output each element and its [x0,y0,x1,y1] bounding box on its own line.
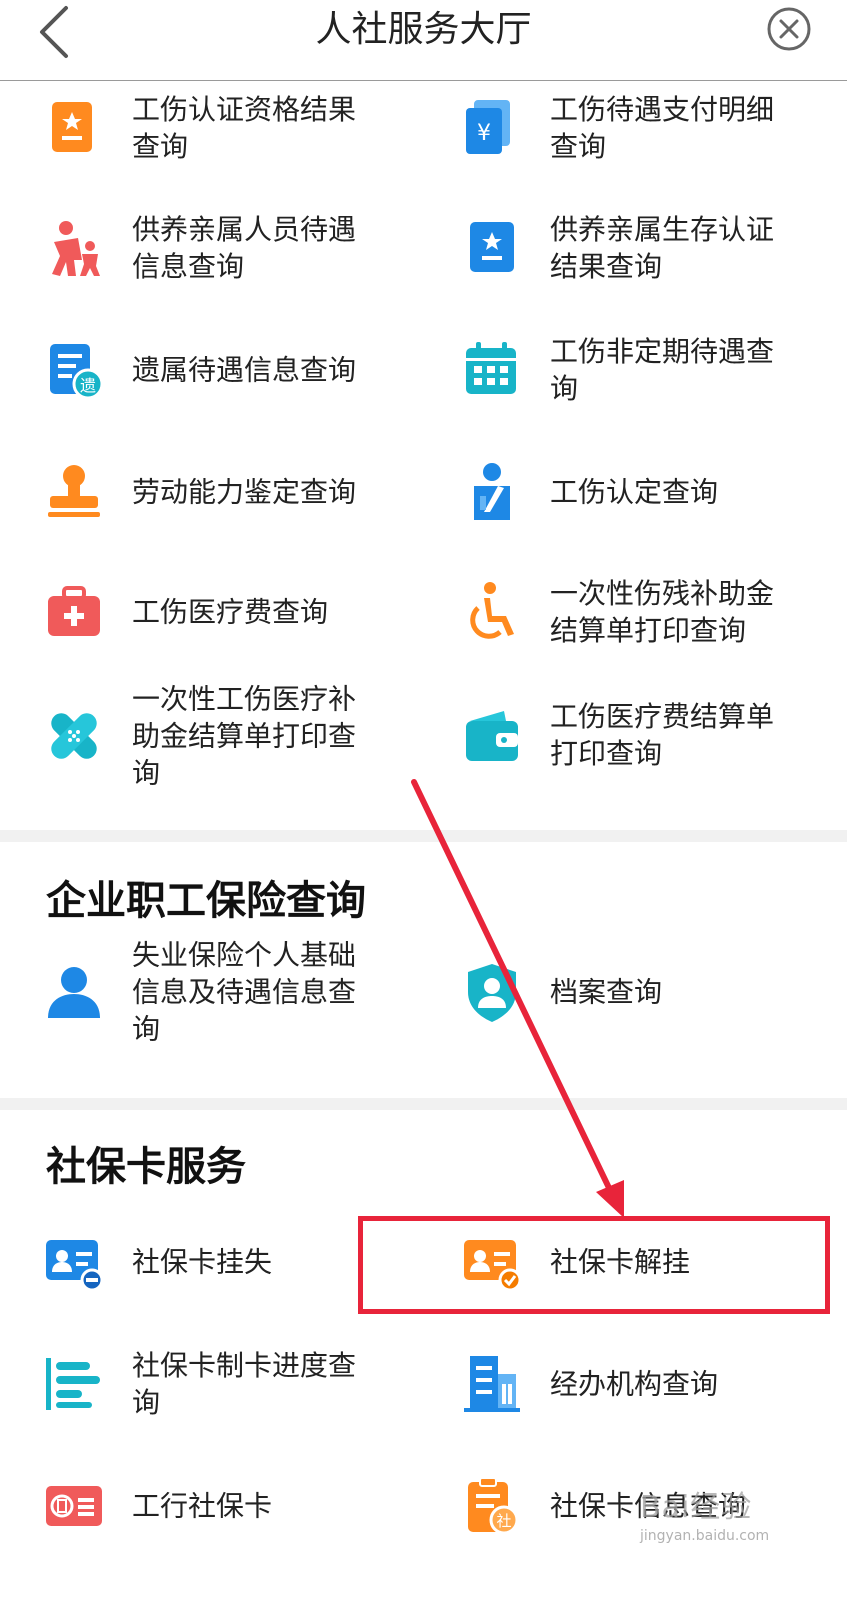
service-item-label: 工行社保卡 [132,1489,273,1523]
section-title-card: 社保卡服务 [46,1144,246,1190]
medical-kit-icon [42,580,106,644]
watermark-logo: Bai经验 [640,1490,753,1525]
family-icon [42,216,106,280]
service-item-label: 一次性工伤医疗补助金结算单打印查询 [132,682,357,790]
service-item-unemployment-info[interactable]: 失业保险个人基础信息及待遇信息查询 [42,936,412,1048]
section-separator [0,830,847,842]
survivor-document-icon: 遗 [42,338,106,402]
progress-bars-icon [42,1352,106,1416]
wheelchair-icon [460,580,524,644]
service-item-label: 工伤医疗费结算单打印查询 [550,700,775,770]
user-icon [42,960,106,1024]
service-item-irregular-benefits[interactable]: 工伤非定期待遇查询 [460,330,830,410]
certificate-blue-icon [460,216,524,280]
service-item-label: 社保卡挂失 [132,1245,273,1279]
watermark: Bai经验 jingyan.baidu.com [640,1470,840,1560]
service-item-disability-subsidy-print[interactable]: 一次性伤残补助金结算单打印查询 [460,572,830,652]
service-item-injury-payment-details[interactable]: ¥ 工伤待遇支付明细查询 [460,88,830,168]
service-item-survivor-benefits[interactable]: 遗 遗属待遇信息查询 [42,330,412,410]
payment-document-icon: ¥ [460,96,524,160]
svg-text:¥: ¥ [477,121,491,146]
service-item-icbc-card[interactable]: 工行社保卡 [42,1466,412,1546]
service-item-injury-medical-fee[interactable]: 工伤医疗费查询 [42,572,412,652]
service-item-label: 供养亲属人员待遇信息查询 [132,213,357,283]
service-item-label: 遗属待遇信息查询 [132,353,357,387]
card-info-icon: 社 [460,1474,524,1538]
service-item-label: 档案查询 [550,975,663,1009]
service-item-dependent-survival-certification[interactable]: 供养亲属生存认证结果查询 [460,208,830,288]
service-item-labor-ability-appraisal[interactable]: 劳动能力鉴定查询 [42,452,412,532]
service-item-label: 失业保险个人基础信息及待遇信息查询 [132,938,357,1046]
service-item-label: 一次性伤残补助金结算单打印查询 [550,577,775,647]
service-item-agency-query[interactable]: 经办机构查询 [460,1344,830,1424]
watermark-url: jingyan.baidu.com [640,1528,770,1544]
service-item-card-progress[interactable]: 社保卡制卡进度查询 [42,1344,412,1424]
icbc-card-icon [42,1474,106,1538]
svg-text:社: 社 [496,1512,511,1530]
service-item-dependent-benefits[interactable]: 供养亲属人员待遇信息查询 [42,208,412,288]
service-item-label: 社保卡制卡进度查询 [132,1349,357,1419]
service-item-injury-certification[interactable]: 工伤认证资格结果查询 [42,88,412,168]
bandage-icon [42,704,106,768]
service-item-label: 劳动能力鉴定查询 [132,475,357,509]
close-circle-icon [767,7,811,51]
service-item-archive[interactable]: 档案查询 [460,952,830,1032]
close-button[interactable] [765,5,813,53]
service-item-label: 工伤认证资格结果查询 [132,93,357,163]
service-item-label: 工伤认定查询 [550,475,719,509]
stamp-icon [42,460,106,524]
service-item-label: 工伤医疗费查询 [132,595,329,629]
wallet-icon [460,703,524,767]
injured-person-icon [460,460,524,524]
annotation-highlight-box [358,1216,830,1314]
service-item-medical-subsidy-print[interactable]: 一次性工伤医疗补助金结算单打印查询 [42,680,412,792]
service-item-label: 工伤非定期待遇查询 [550,335,775,405]
service-item-label: 供养亲属生存认证结果查询 [550,213,775,283]
certificate-orange-icon [42,96,106,160]
service-item-injury-determination[interactable]: 工伤认定查询 [460,452,830,532]
building-icon [460,1352,524,1416]
service-item-medical-fee-print[interactable]: 工伤医疗费结算单打印查询 [460,695,830,775]
section-separator [0,1098,847,1110]
svg-text:遗: 遗 [80,376,96,395]
service-item-label: 经办机构查询 [550,1367,719,1401]
service-item-card-loss[interactable]: 社保卡挂失 [42,1222,412,1302]
card-loss-icon [42,1230,106,1294]
shield-user-icon [460,960,524,1024]
page-title: 人社服务大厅 [315,9,532,50]
section-title-enterprise: 企业职工保险查询 [46,878,366,924]
calendar-icon [460,338,524,402]
service-item-label: 工伤待遇支付明细查询 [550,93,775,163]
app-header: 人社服务大厅 [0,0,847,81]
